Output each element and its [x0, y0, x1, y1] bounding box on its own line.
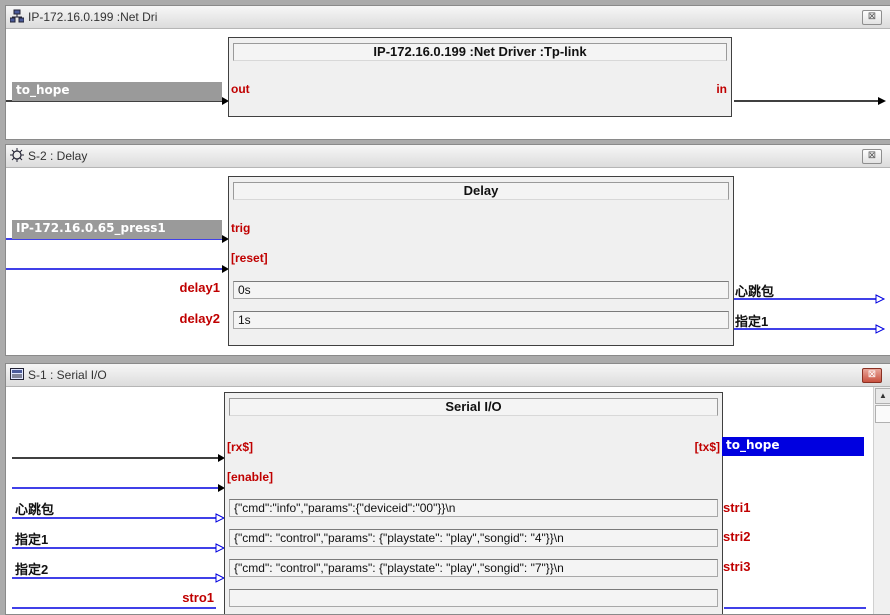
param-field[interactable]: {"cmd": "control","params": {"playstate"…: [229, 529, 718, 547]
window-serial-io[interactable]: S-1 : Serial I/O ⊠ Serial I/O [rx$] [ena…: [5, 363, 890, 615]
close-button[interactable]: ⊠: [862, 149, 882, 164]
wire-arrow: [875, 324, 886, 334]
param-field[interactable]: {"cmd": "control","params": {"playstate"…: [229, 559, 718, 577]
wire-arrow: [215, 513, 226, 523]
delay-icon: [10, 148, 24, 162]
block-title: IP-172.16.0.199 :Net Driver :Tp-link: [233, 43, 727, 61]
block-title: Serial I/O: [229, 398, 718, 416]
signal-press1[interactable]: IP-172.16.0.65_press1: [12, 220, 222, 239]
network-icon: [10, 9, 24, 23]
window-titlebar[interactable]: IP-172.16.0.199 :Net Dri ⊠: [6, 6, 890, 29]
window-delay[interactable]: S-2 : Delay ⊠ IP-172.16.0.65_press1 Dela…: [5, 144, 890, 356]
param-label-delay2: delay2: [179, 311, 220, 326]
signal-to-hope-output[interactable]: to_hope: [722, 437, 864, 456]
scroll-up-icon[interactable]: ▲: [875, 388, 890, 404]
output-label-stri3: stri3: [723, 559, 751, 574]
input-label-stro1: stro1: [182, 590, 214, 605]
close-button[interactable]: ⊠: [862, 368, 882, 383]
wire-arrow: [215, 543, 226, 553]
symbol-block-delay[interactable]: Delay trig [reset] 0s 1s: [228, 176, 734, 346]
output-label-stri1: stri1: [723, 500, 751, 515]
window-net-driver[interactable]: IP-172.16.0.199 :Net Dri ⊠ to_hope IP-17…: [5, 5, 890, 140]
wire-arrow: [878, 97, 886, 105]
vertical-scrollbar[interactable]: ▲: [873, 387, 890, 614]
serial-icon: [10, 368, 24, 380]
close-button[interactable]: ⊠: [862, 10, 882, 25]
signal-to-hope[interactable]: to_hope: [12, 82, 222, 101]
param-field[interactable]: 1s: [233, 311, 729, 329]
wire-arrow: [875, 294, 886, 304]
param-field[interactable]: {"cmd":"info","params":{"deviceid":"00"}…: [229, 499, 718, 517]
symbol-block-serial-io[interactable]: Serial I/O [rx$] [enable] [tx$] {"cmd":"…: [224, 392, 723, 614]
window-titlebar[interactable]: S-1 : Serial I/O ⊠: [6, 364, 890, 387]
scrollbar-thumb[interactable]: [875, 405, 890, 423]
window-title: S-1 : Serial I/O: [28, 368, 107, 382]
param-field[interactable]: [229, 589, 718, 607]
block-title: Delay: [233, 182, 729, 200]
signal-specify1[interactable]: 指定1: [735, 311, 768, 330]
wire-arrow: [215, 573, 226, 583]
signal-specify1[interactable]: 指定1: [15, 529, 48, 548]
signal-heartbeat[interactable]: 心跳包: [735, 281, 774, 300]
window-title: S-2 : Delay: [28, 149, 88, 163]
pin-input[interactable]: [rx$]: [227, 440, 253, 454]
pin-output[interactable]: in: [716, 82, 727, 96]
logic-canvas[interactable]: to_hope IP-172.16.0.199 :Net Driver :Tp-…: [6, 29, 890, 139]
pin-input[interactable]: [reset]: [231, 251, 268, 265]
logic-canvas[interactable]: Serial I/O [rx$] [enable] [tx$] {"cmd":"…: [6, 387, 890, 614]
param-field[interactable]: 0s: [233, 281, 729, 299]
symbol-block-net-driver[interactable]: IP-172.16.0.199 :Net Driver :Tp-link out…: [228, 37, 732, 117]
param-label-delay1: delay1: [179, 280, 220, 295]
signal-heartbeat[interactable]: 心跳包: [15, 499, 54, 518]
pin-input[interactable]: out: [231, 82, 250, 96]
pin-input[interactable]: [enable]: [227, 470, 273, 484]
pin-input[interactable]: trig: [231, 221, 250, 235]
pin-output[interactable]: [tx$]: [695, 440, 720, 454]
signal-specify2[interactable]: 指定2: [15, 559, 48, 578]
window-titlebar[interactable]: S-2 : Delay ⊠: [6, 145, 890, 168]
window-title: IP-172.16.0.199 :Net Dri: [28, 10, 158, 24]
output-label-stri2: stri2: [723, 529, 751, 544]
logic-canvas[interactable]: IP-172.16.0.65_press1 Delay trig [reset]…: [6, 168, 890, 355]
